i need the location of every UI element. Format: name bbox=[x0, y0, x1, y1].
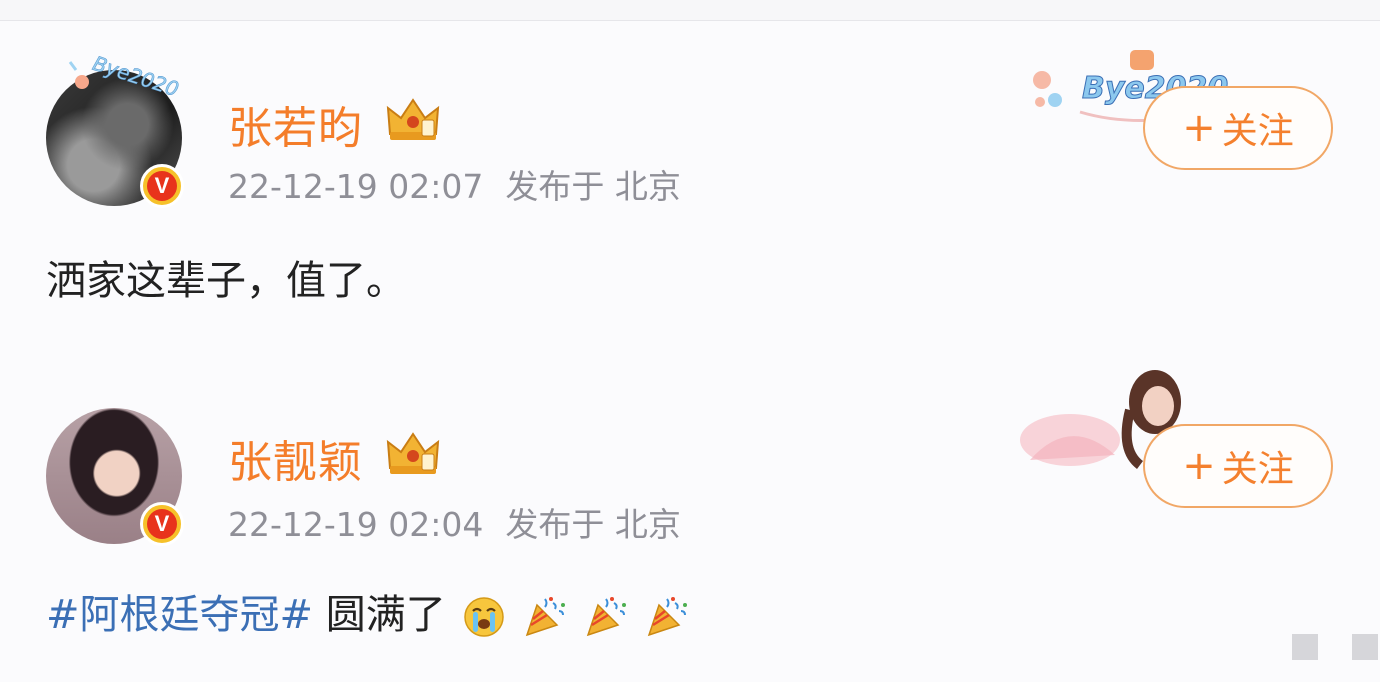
location-prefix: 发布于 bbox=[505, 167, 605, 206]
loudly-crying-face-icon bbox=[464, 597, 505, 637]
timestamp: 22-12-19 02:07 bbox=[228, 167, 484, 206]
hashtag-link[interactable]: #阿根廷夺冠# bbox=[46, 592, 313, 638]
username[interactable]: 张靓颖 bbox=[228, 426, 363, 490]
plus-icon: + bbox=[1182, 105, 1216, 151]
post-text: 圆满了 bbox=[325, 592, 446, 638]
verified-icon: V bbox=[147, 171, 177, 201]
verified-icon: V bbox=[147, 509, 177, 539]
weibo-post: V 张靓颖 22-12-19 02:04 发布于 北京 #阿根廷夺冠# 圆满了 bbox=[0, 360, 1380, 660]
party-popper-icon bbox=[586, 597, 626, 637]
top-divider bbox=[0, 0, 1380, 21]
follow-label: 关注 bbox=[1221, 111, 1294, 152]
avatar[interactable]: V bbox=[46, 408, 184, 546]
post-meta: 22-12-19 02:07 发布于 北京 bbox=[228, 160, 681, 208]
corner-square bbox=[1292, 634, 1318, 660]
follow-label: 关注 bbox=[1221, 449, 1294, 490]
party-popper-icon bbox=[526, 597, 566, 637]
weibo-post: Bye2020 Bye2020 V 张若昀 22-12-19 02:07 发布于 … bbox=[0, 40, 1380, 330]
avatar[interactable]: Bye2020 V bbox=[46, 51, 184, 208]
verified-badge: V bbox=[140, 502, 184, 546]
plus-icon: + bbox=[1182, 443, 1216, 489]
svg-text:Bye2020: Bye2020 bbox=[90, 51, 182, 101]
follow-button[interactable]: + 关注 bbox=[1143, 86, 1333, 170]
post-content: #阿根廷夺冠# 圆满了 bbox=[46, 582, 689, 640]
timestamp: 22-12-19 02:04 bbox=[228, 505, 484, 544]
party-popper-icon bbox=[647, 597, 687, 637]
location-prefix: 发布于 bbox=[505, 505, 605, 544]
verified-badge: V bbox=[140, 164, 184, 208]
location: 北京 bbox=[614, 505, 681, 544]
crown-icon bbox=[386, 98, 440, 140]
corner-marks bbox=[1292, 634, 1378, 660]
avatar-frame: Bye2020 bbox=[68, 51, 182, 102]
corner-square bbox=[1352, 634, 1378, 660]
username[interactable]: 张若昀 bbox=[228, 92, 363, 156]
crown-icon bbox=[386, 432, 440, 474]
follow-button[interactable]: + 关注 bbox=[1143, 424, 1333, 508]
location: 北京 bbox=[614, 167, 681, 206]
post-meta: 22-12-19 02:04 发布于 北京 bbox=[228, 498, 681, 546]
post-content: 洒家这辈子，值了。 bbox=[46, 258, 406, 304]
